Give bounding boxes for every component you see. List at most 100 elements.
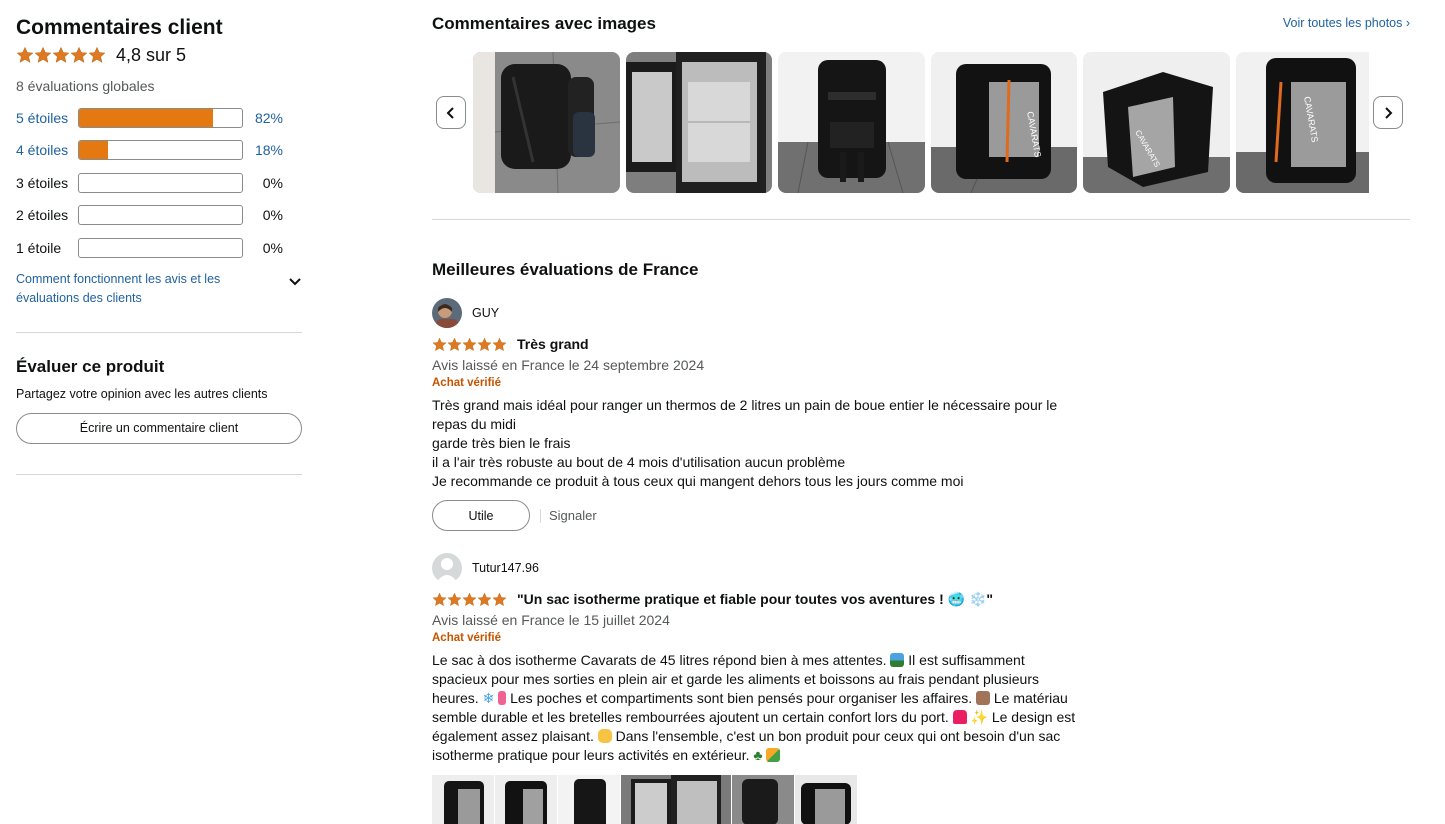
tree-emoji-icon: ♣ [753, 747, 763, 763]
histogram-bar [78, 237, 243, 258]
reviewer-name: Tutur147.96 [472, 561, 539, 575]
avatar [432, 298, 462, 328]
verified-purchase-badge: Achat vérifié [432, 632, 502, 644]
average-stars-icon [16, 46, 106, 64]
histogram-percent[interactable]: 82% [243, 110, 283, 126]
review-image-thumbnail[interactable] [621, 775, 731, 824]
snowflake-emoji-icon: ❄ [482, 690, 495, 706]
images-section-header: Commentaires avec images Voir toutes les… [432, 14, 1410, 34]
review-card: Tutur147.96 "Un sac isotherme pratique e… [432, 553, 1410, 824]
review-title[interactable]: "Un sac isotherme pratique et fiable pou… [517, 591, 993, 608]
histogram-label: 2 étoiles [16, 207, 69, 224]
review-image-thumbnail[interactable] [778, 52, 925, 193]
landscape-emoji-icon [890, 653, 905, 667]
review-actions: Utile Signaler [432, 500, 1410, 531]
review-image-thumbnail[interactable] [732, 775, 794, 824]
histogram-row[interactable]: 4 étoiles 18% [16, 140, 302, 161]
star-icon [432, 592, 447, 606]
star-icon [462, 337, 477, 351]
star-icon [462, 592, 477, 606]
review-body-text: Les poches et compartiments sont bien pe… [506, 690, 976, 706]
how-reviews-work-text: Comment fonctionnent les avis et les éva… [16, 271, 221, 305]
divider [16, 331, 302, 333]
rating-histogram: 5 étoiles 82% 4 étoiles 18% 3 étoiles 0% 2 éto… [16, 108, 302, 258]
histogram-label[interactable]: 5 étoiles [16, 110, 78, 126]
reviewer-profile[interactable]: GUY [432, 298, 1410, 328]
review-image-thumbnail[interactable] [495, 775, 557, 824]
rate-product-subtitle: Partagez votre opinion avec les autres c… [16, 386, 268, 401]
divider [540, 508, 541, 523]
review-stars-icon [432, 337, 507, 352]
carousel-thumbnails: CAVARATS CAVARATS CAVARATS [473, 52, 1369, 194]
review-image-thumbnail[interactable] [558, 775, 620, 824]
review-image-thumbnail[interactable] [432, 775, 494, 824]
histogram-bar-fill [79, 109, 213, 127]
histogram-bar[interactable] [78, 108, 243, 128]
top-reviews-title: Meilleures évaluations de France [432, 260, 699, 279]
report-link[interactable]: Signaler [549, 508, 597, 523]
write-review-button[interactable]: Écrire un commentaire client [16, 412, 302, 444]
camping-emoji-icon [766, 748, 781, 762]
summary-title: Commentaires client [16, 16, 223, 39]
review-image-thumbnail[interactable] [473, 52, 620, 193]
reviewer-profile[interactable]: Tutur147.96 [432, 553, 1410, 583]
review-body-line: Très grand mais idéal pour ranger un the… [432, 397, 1058, 432]
review-image-thumbnail[interactable] [625, 52, 772, 193]
rate-product-title: Évaluer ce produit [16, 356, 165, 376]
sparkles-emoji-icon: ✨ [970, 709, 988, 725]
carousel-prev-button[interactable] [436, 96, 466, 129]
review-title[interactable]: Très grand [517, 336, 589, 352]
star-icon [447, 592, 462, 606]
handbag-emoji-icon [952, 710, 967, 724]
review-image-thumbnail[interactable]: CAVARATS [1083, 52, 1230, 193]
histogram-percent: 0% [262, 174, 283, 191]
review-image-thumbnail[interactable]: CAVARATS [1235, 52, 1369, 193]
histogram-percent: 0% [262, 207, 283, 224]
divider [16, 473, 302, 475]
verified-purchase-badge: Achat vérifié [432, 377, 502, 389]
see-all-photos-link[interactable]: Voir toutes les photos › [1283, 16, 1410, 34]
star-icon [70, 46, 88, 63]
star-icon [88, 46, 106, 63]
chevron-right-icon [1385, 106, 1393, 119]
histogram-bar [78, 205, 243, 226]
star-icon [432, 337, 447, 351]
chevron-down-icon [289, 278, 301, 286]
review-image-thumbnail[interactable] [795, 775, 857, 824]
review-stars-icon [432, 592, 507, 607]
star-icon [34, 46, 52, 63]
histogram-bar-fill [79, 141, 109, 160]
histogram-row[interactable]: 5 étoiles 82% [16, 108, 302, 128]
star-icon [16, 46, 34, 63]
total-ratings: 8 évaluations globales [16, 78, 155, 94]
histogram-bar[interactable] [78, 140, 243, 161]
how-reviews-work-link[interactable]: Comment fonctionnent les avis et les éva… [16, 270, 302, 308]
average-rating-text: 4,8 sur 5 [116, 44, 187, 65]
package-emoji-icon [976, 691, 990, 705]
histogram-row: 3 étoiles 0% [16, 172, 302, 193]
carousel-next-button[interactable] [1373, 96, 1403, 129]
reviews-main: Commentaires avec images Voir toutes les… [432, 0, 1410, 824]
images-section-title: Commentaires avec images [432, 14, 656, 33]
histogram-label[interactable]: 4 étoiles [16, 142, 78, 158]
histogram-label: 3 étoiles [16, 174, 69, 191]
review-title-row: "Un sac isotherme pratique et fiable pou… [432, 591, 1410, 607]
average-rating-row: 4,8 sur 5 [16, 42, 302, 68]
helpful-button[interactable]: Utile [432, 500, 530, 531]
reviewer-name: GUY [472, 306, 500, 320]
histogram-label: 1 étoile [16, 239, 62, 256]
review-image-thumbnail[interactable]: CAVARATS [930, 52, 1077, 193]
review-title-row: Très grand [432, 336, 1410, 352]
star-icon [477, 592, 492, 606]
histogram-row: 1 étoile 0% [16, 237, 302, 258]
star-icon [492, 592, 507, 606]
histogram-percent[interactable]: 18% [243, 142, 283, 158]
histogram-percent: 0% [262, 239, 283, 256]
divider [432, 219, 1410, 220]
image-carousel: CAVARATS CAVARATS CAVARATS [432, 52, 1410, 194]
review-body: Le sac à dos isotherme Cavarats de 45 li… [432, 651, 1077, 765]
chevron-left-icon [446, 106, 454, 119]
review-images [432, 775, 1410, 824]
star-icon [477, 337, 492, 351]
star-icon [492, 337, 507, 351]
